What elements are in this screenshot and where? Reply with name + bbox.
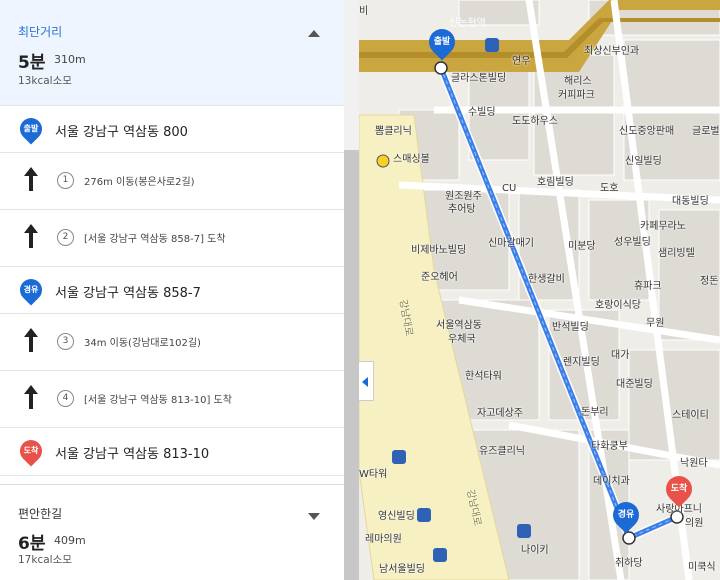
map-label: 스매싱볼 (393, 154, 430, 165)
collapse-caret-icon[interactable] (308, 30, 320, 37)
map-label: 자고데상주 (477, 408, 523, 419)
map-label: 대동빌딩 (672, 196, 709, 207)
map-label: 영신빌딩 (378, 511, 415, 522)
map-label: 미쿡식 (688, 562, 716, 573)
panel-collapse-button[interactable] (359, 361, 374, 401)
map-label: 서울역삼동 (436, 320, 482, 331)
waypoint-end[interactable]: 도착 서울 강남구 역삼동 813-10 (0, 427, 344, 476)
map-label: 반석빌딩 (552, 322, 589, 333)
route-name: 최단거리 (18, 25, 63, 39)
route-distance: 409m (54, 534, 86, 547)
waypoint-via[interactable]: 경유 서울 강남구 역삼동 858-7 (0, 266, 344, 314)
map-label: 대가 (611, 350, 630, 361)
map-label: 연우 (512, 56, 531, 67)
map-label: 나이키 (521, 545, 549, 556)
map-label: 커피파크 (558, 90, 595, 101)
end-pin-icon[interactable]: 도착 (660, 470, 698, 508)
map-label: 의원 (685, 518, 704, 529)
map-label: 데이치과 (593, 476, 630, 487)
via-pin-icon[interactable]: 경유 (607, 496, 645, 534)
route-calories: 13kcal소모 (18, 75, 72, 87)
map-label: 미분당 (568, 241, 596, 252)
expand-caret-icon[interactable] (308, 513, 320, 520)
map-label: 휴파크 (634, 281, 662, 292)
route-calories: 17kcal소모 (18, 554, 72, 566)
straight-arrow-icon (24, 167, 38, 191)
straight-arrow-icon (24, 224, 38, 248)
map-label: 준오헤어 (421, 272, 458, 283)
end-pin-icon: 도착 (15, 435, 47, 467)
map-label: 타화쿵부 (591, 441, 628, 452)
route-option-comfortable[interactable]: 편안한길 6분 409m 17kcal소모 (0, 484, 344, 580)
route-name: 편안한길 (18, 507, 63, 521)
map-label: 낙원타 (680, 458, 708, 469)
map-label: 최상신부인과 (584, 46, 640, 57)
straight-arrow-icon (24, 328, 38, 352)
map-label: CU (502, 183, 517, 194)
map-label-station: 신논현역 (449, 18, 486, 29)
step-number: 1 (57, 172, 74, 189)
map-label: 레마의원 (365, 534, 402, 545)
step-instruction: 34m 이동(강남대로102길) (84, 338, 201, 349)
map-label: 글로벌 (692, 126, 720, 137)
map-label: 렌지빌딩 (563, 357, 600, 368)
straight-arrow-icon (24, 385, 38, 409)
map-label: 신마갈매기 (488, 238, 534, 249)
step-3[interactable]: 3 34m 이동(강남대로102길) (0, 313, 344, 371)
step-1[interactable]: 1 276m 이동(봉은사로2길) (0, 152, 344, 210)
map-label: 스테이티 (672, 410, 709, 421)
scrollbar-thumb[interactable] (344, 150, 359, 580)
route-time: 6분 (18, 534, 46, 554)
map-label: 유즈클리닉 (479, 446, 525, 457)
step-instruction: [서울 강남구 역삼동 858-7] 도착 (84, 234, 226, 245)
map-label: 글라스톤빌딩 (451, 73, 507, 84)
step-number: 4 (57, 390, 74, 407)
map-label: 취하당 (615, 558, 643, 569)
route-distance: 310m (54, 53, 86, 66)
map-label: 대준빌딩 (616, 379, 653, 390)
map-label: 비 (359, 6, 369, 17)
waypoint-address: 서울 강남구 역삼동 800 (55, 125, 188, 140)
map-label: 무원 (646, 318, 665, 329)
map-label: 돈부리 (581, 407, 609, 418)
map-label: 신일빌딩 (625, 156, 662, 167)
waypoint-address: 서울 강남구 역삼동 813-10 (55, 447, 210, 462)
route-time: 5분 (18, 53, 46, 73)
map-label: W타워 (359, 469, 388, 480)
map-label: 뽐클리닉 (375, 126, 412, 137)
start-pin-icon[interactable]: 출발 (423, 23, 461, 61)
route-option-shortest[interactable]: 최단거리 5분 310m 13kcal소모 (0, 0, 344, 105)
map-view[interactable]: 비 신논현역 연우 최상신부인과 글라스톤빌딩 해리스 커피파크 수빌딩 뽐클리… (359, 0, 720, 580)
map-label: 한석타워 (465, 371, 502, 382)
map-label: 호림빌딩 (537, 177, 574, 188)
via-pin-icon: 경유 (15, 274, 47, 306)
start-pin-icon: 출발 (15, 113, 47, 145)
step-instruction: 276m 이동(봉은사로2길) (84, 177, 195, 188)
step-2[interactable]: 2 [서울 강남구 역삼동 858-7] 도착 (0, 209, 344, 267)
map-label: 우체국 (448, 334, 476, 345)
map-label: 도호 (600, 183, 619, 194)
step-number: 3 (57, 333, 74, 350)
map-label: 남서울빌딩 (379, 564, 425, 575)
waypoint-address: 서울 강남구 역삼동 858-7 (55, 286, 201, 301)
map-label: 카페무라노 (640, 221, 686, 232)
map-label: 정돈 (700, 276, 719, 287)
panel-scrollbar[interactable] (344, 0, 359, 580)
map-label: 성우빌딩 (614, 237, 651, 248)
step-instruction: [서울 강남구 역삼동 813-10] 도착 (84, 395, 232, 406)
map-label: 샘리빙텔 (658, 248, 695, 259)
map-label: 수빌딩 (468, 107, 496, 118)
map-label: 호랑이식당 (595, 300, 641, 311)
map-label: 한생갈비 (528, 274, 565, 285)
route-panel: 최단거리 5분 310m 13kcal소모 출발 서울 강남구 역삼동 800 … (0, 0, 359, 580)
map-label: 추어탕 (448, 204, 476, 215)
map-label: 해리스 (564, 76, 592, 87)
map-label: 도도하우스 (512, 116, 558, 127)
map-label: 신도중앙판매 (619, 126, 675, 137)
step-4[interactable]: 4 [서울 강남구 역삼동 813-10] 도착 (0, 370, 344, 428)
waypoint-start[interactable]: 출발 서울 강남구 역삼동 800 (0, 105, 344, 153)
map-label: 비제바노빌딩 (411, 245, 467, 256)
step-number: 2 (57, 229, 74, 246)
chevron-left-icon (362, 377, 368, 387)
